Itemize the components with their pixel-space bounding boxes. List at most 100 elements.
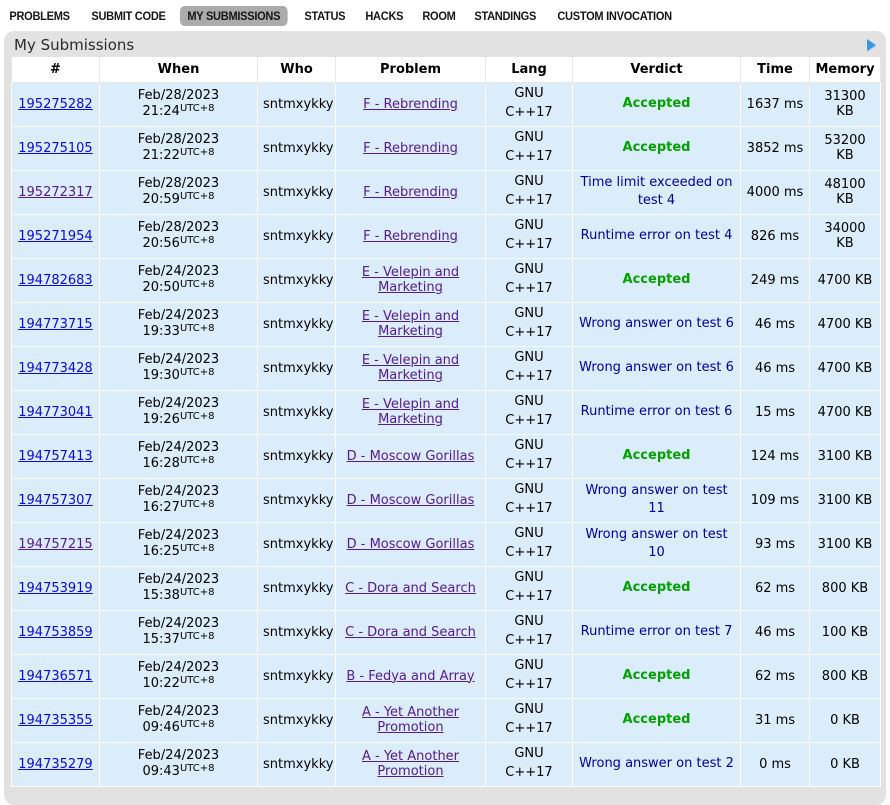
submission-id-link[interactable]: 194757307 bbox=[18, 493, 92, 508]
lang-label: GNU C++17 bbox=[505, 349, 553, 387]
memory-cell: 48100 KB bbox=[810, 170, 881, 214]
verdict-label[interactable]: Wrong answer on test 2 bbox=[579, 756, 734, 771]
verdict-label[interactable]: Runtime error on test 7 bbox=[581, 624, 733, 639]
time-cell: 62 ms bbox=[741, 566, 810, 610]
verdict-label[interactable]: Accepted bbox=[623, 580, 691, 595]
problem-link[interactable]: C - Dora and Search bbox=[345, 625, 476, 640]
memory-cell: 31300 KB bbox=[810, 82, 881, 126]
verdict-label[interactable]: Runtime error on test 4 bbox=[581, 228, 733, 243]
nav-item[interactable]: STANDINGS bbox=[467, 6, 543, 26]
when-cell: Feb/24/2023 20:50UTC+8 bbox=[100, 258, 258, 302]
submission-row: 194773041 Feb/24/2023 19:26UTC+8 sntmxyk… bbox=[12, 390, 881, 434]
submission-date: Feb/24/2023 bbox=[105, 528, 252, 545]
problem-cell: A - Yet Another Promotion bbox=[336, 698, 486, 742]
play-arrow-icon[interactable] bbox=[867, 39, 876, 51]
verdict-cell: Accepted bbox=[573, 82, 741, 126]
verdict-label[interactable]: Wrong answer on test 6 bbox=[579, 360, 734, 375]
verdict-label[interactable]: Time limit exceeded on test 4 bbox=[581, 175, 733, 208]
problem-cell: B - Fedya and Array bbox=[336, 654, 486, 698]
memory-cell: 3100 KB bbox=[810, 478, 881, 522]
submission-id-link[interactable]: 194753859 bbox=[18, 625, 92, 640]
verdict-label[interactable]: Accepted bbox=[623, 668, 691, 683]
problem-link[interactable]: A - Yet Another Promotion bbox=[341, 749, 480, 779]
submission-id-cell: 194753859 bbox=[12, 610, 100, 654]
verdict-label[interactable]: Accepted bbox=[623, 96, 691, 111]
verdict-cell: Runtime error on test 4 bbox=[573, 214, 741, 258]
submission-date: Feb/24/2023 bbox=[105, 264, 252, 281]
verdict-cell: Wrong answer on test 6 bbox=[573, 346, 741, 390]
submission-id-cell: 194773428 bbox=[12, 346, 100, 390]
who-cell: sntmxykky bbox=[258, 522, 336, 566]
problem-link[interactable]: C - Dora and Search bbox=[345, 581, 476, 596]
problem-cell: C - Dora and Search bbox=[336, 566, 486, 610]
col-header-id: # bbox=[12, 57, 100, 82]
submission-id-link[interactable]: 195272317 bbox=[18, 185, 92, 200]
problem-link[interactable]: E - Velepin and Marketing bbox=[341, 353, 480, 383]
timezone-label: UTC+8 bbox=[180, 191, 215, 202]
submission-id-link[interactable]: 194782683 bbox=[18, 273, 92, 288]
problem-cell: E - Velepin and Marketing bbox=[336, 390, 486, 434]
verdict-label[interactable]: Wrong answer on test 10 bbox=[585, 527, 727, 560]
submission-id-link[interactable]: 194773041 bbox=[18, 405, 92, 420]
submission-id-link[interactable]: 195275105 bbox=[18, 141, 92, 156]
submission-time: 10:22 bbox=[142, 676, 179, 691]
verdict-label[interactable]: Runtime error on test 6 bbox=[581, 404, 733, 419]
who-cell: sntmxykky bbox=[258, 346, 336, 390]
verdict-label[interactable]: Accepted bbox=[623, 448, 691, 463]
verdict-label[interactable]: Accepted bbox=[623, 140, 691, 155]
memory-cell: 100 KB bbox=[810, 610, 881, 654]
time-cell: 4000 ms bbox=[741, 170, 810, 214]
submission-id-link[interactable]: 194757215 bbox=[18, 537, 92, 552]
problem-link[interactable]: D - Moscow Gorillas bbox=[347, 537, 475, 552]
problem-link[interactable]: F - Rebrending bbox=[363, 229, 458, 244]
nav-item[interactable]: PROBLEMS bbox=[2, 6, 77, 26]
nav-item[interactable]: ROOM bbox=[415, 6, 463, 26]
lang-label: GNU C++17 bbox=[505, 701, 553, 739]
time-cell: 46 ms bbox=[741, 302, 810, 346]
submission-id-link[interactable]: 195271954 bbox=[18, 229, 92, 244]
problem-cell: F - Rebrending bbox=[336, 214, 486, 258]
problem-link[interactable]: D - Moscow Gorillas bbox=[347, 449, 475, 464]
problem-link[interactable]: A - Yet Another Promotion bbox=[341, 705, 480, 735]
submission-id-link[interactable]: 195275282 bbox=[18, 97, 92, 112]
problem-cell: D - Moscow Gorillas bbox=[336, 434, 486, 478]
nav-item[interactable]: STATUS bbox=[297, 6, 353, 26]
lang-cell: GNU C++17 bbox=[486, 126, 573, 170]
submission-date: Feb/24/2023 bbox=[105, 572, 252, 589]
problem-link[interactable]: B - Fedya and Array bbox=[346, 669, 474, 684]
verdict-label[interactable]: Accepted bbox=[623, 272, 691, 287]
problem-link[interactable]: E - Velepin and Marketing bbox=[341, 397, 480, 427]
verdict-label[interactable]: Accepted bbox=[623, 712, 691, 727]
who-cell: sntmxykky bbox=[258, 434, 336, 478]
verdict-label[interactable]: Wrong answer on test 11 bbox=[585, 483, 727, 516]
nav-item[interactable]: CUSTOM INVOCATION bbox=[550, 6, 679, 26]
submission-id-link[interactable]: 194773715 bbox=[18, 317, 92, 332]
submission-id-link[interactable]: 194773428 bbox=[18, 361, 92, 376]
memory-cell: 34000 KB bbox=[810, 214, 881, 258]
when-cell: Feb/28/2023 21:22UTC+8 bbox=[100, 126, 258, 170]
submission-time: 19:33 bbox=[142, 324, 179, 339]
submission-date: Feb/24/2023 bbox=[105, 440, 252, 457]
verdict-label[interactable]: Wrong answer on test 6 bbox=[579, 316, 734, 331]
problem-link[interactable]: E - Velepin and Marketing bbox=[341, 265, 480, 295]
problem-link[interactable]: E - Velepin and Marketing bbox=[341, 309, 480, 339]
problem-link[interactable]: F - Rebrending bbox=[363, 97, 458, 112]
submission-id-link[interactable]: 194736571 bbox=[18, 669, 92, 684]
verdict-cell: Wrong answer on test 10 bbox=[573, 522, 741, 566]
problem-link[interactable]: D - Moscow Gorillas bbox=[347, 493, 475, 508]
problem-cell: E - Velepin and Marketing bbox=[336, 346, 486, 390]
submission-id-link[interactable]: 194753919 bbox=[18, 581, 92, 596]
submission-id-link[interactable]: 194735279 bbox=[18, 757, 92, 772]
problem-link[interactable]: F - Rebrending bbox=[363, 141, 458, 156]
nav-item[interactable]: MY SUBMISSIONS bbox=[180, 6, 288, 26]
lang-label: GNU C++17 bbox=[505, 173, 553, 211]
submission-id-link[interactable]: 194757413 bbox=[18, 449, 92, 464]
nav-item[interactable]: SUBMIT CODE bbox=[84, 6, 173, 26]
nav-item[interactable]: HACKS bbox=[358, 6, 411, 26]
timezone-label: UTC+8 bbox=[180, 719, 215, 730]
submission-id-cell: 194735279 bbox=[12, 742, 100, 786]
when-cell: Feb/24/2023 16:28UTC+8 bbox=[100, 434, 258, 478]
lang-cell: GNU C++17 bbox=[486, 390, 573, 434]
submission-id-link[interactable]: 194735355 bbox=[18, 713, 92, 728]
problem-link[interactable]: F - Rebrending bbox=[363, 185, 458, 200]
